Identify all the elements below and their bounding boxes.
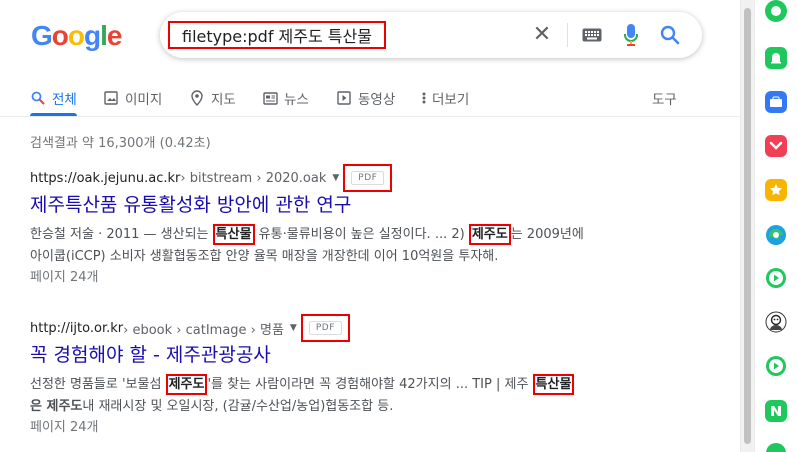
map-pin-icon	[189, 90, 205, 106]
play-circle-icon[interactable]	[763, 265, 789, 291]
keyword-highlight: 제주도	[468, 224, 511, 245]
tab-label: 더보기	[432, 92, 470, 108]
keyboard-icon[interactable]	[580, 23, 604, 47]
tab-news[interactable]: 뉴스	[262, 80, 309, 116]
result-domain: https://oak.jejunu.ac.kr	[30, 170, 181, 186]
keyword-highlight: 특산물	[212, 224, 255, 245]
tab-images[interactable]: 이미지	[103, 80, 162, 116]
green-circle-bottom-icon[interactable]	[763, 440, 789, 452]
naver-logo-icon[interactable]	[763, 398, 789, 424]
more-vert-icon	[420, 90, 428, 106]
microphone-icon[interactable]	[619, 23, 643, 47]
result-snippet: 선정한 명품들로 '보물섬 제주도 '를 찾는 사람이라면 꼭 경험해야할 42가…	[30, 374, 730, 396]
keyword-highlight: 제주도	[165, 374, 208, 395]
browser-sidebar	[754, 0, 798, 452]
divider	[567, 23, 568, 47]
result-url[interactable]: http://ijto.or.kr › ebook › catImage › 명…	[30, 314, 730, 342]
page-scrollbar[interactable]	[740, 0, 754, 452]
snippet-text: 한승철 저술 · 2011 — 생산되는	[30, 227, 213, 242]
result-snippet: 한승철 저술 · 2011 — 생산되는 특산물 유통·물류비용이 높은 실정이…	[30, 224, 730, 246]
tabs-divider	[0, 116, 740, 117]
notification-bell-icon[interactable]	[763, 45, 789, 71]
pdf-badge: PDF	[308, 321, 342, 335]
search-icon[interactable]	[658, 23, 682, 47]
snippet-text: 유통·물류비용이 높은 실정이다. ... 2)	[254, 227, 469, 242]
tab-label: 동영상	[358, 92, 396, 108]
edge-browser-icon[interactable]	[763, 222, 789, 248]
tab-maps[interactable]: 지도	[189, 80, 236, 116]
result-title-link[interactable]: 제주특산품 유통활성화 방안에 관한 연구	[30, 192, 730, 218]
search-input[interactable]: filetype:pdf 제주도 특산물	[168, 21, 386, 49]
dropdown-arrow-icon[interactable]: ▼	[332, 173, 339, 183]
tab-tools[interactable]: 도구	[652, 80, 677, 116]
keyword-highlight: 특산물	[532, 374, 575, 395]
star-icon[interactable]	[763, 177, 789, 203]
tab-label: 이미지	[125, 92, 163, 108]
search-query: filetype:pdf 제주도 특산물	[182, 27, 372, 46]
clear-icon[interactable]: ✕	[530, 23, 554, 47]
result-title-link[interactable]: 꼭 경험해야 할 - 제주관광공사	[30, 342, 730, 368]
dropdown-arrow-icon[interactable]: ▼	[290, 323, 297, 333]
tab-label: 전체	[52, 92, 77, 108]
pdf-badge: PDF	[351, 171, 385, 185]
play-circle-icon-2[interactable]	[763, 353, 789, 379]
news-icon	[262, 90, 278, 106]
result-domain: http://ijto.or.kr	[30, 320, 124, 336]
briefcase-icon[interactable]	[763, 89, 789, 115]
search-box[interactable]: filetype:pdf 제주도 특산물 ✕	[160, 12, 702, 58]
snippet-text: 내 재래시장 및 오일시장, (감귤/수산업/농업)협동조합 등.	[82, 399, 394, 414]
page-count: 페이지 24개	[30, 270, 99, 285]
avatar-icon[interactable]	[763, 309, 789, 335]
search-result: http://ijto.or.kr › ebook › catImage › 명…	[30, 314, 730, 438]
page-count: 페이지 24개	[30, 420, 99, 435]
snippet-text: 선정한 명품들로 '보물섬	[30, 377, 166, 392]
search-icon	[30, 90, 46, 106]
snippet-bold: 은 제주도	[30, 399, 83, 414]
video-icon	[336, 90, 352, 106]
result-stats: 검색결과 약 16,300개 (0.42초)	[30, 136, 211, 151]
scroll-thumb[interactable]	[744, 8, 751, 444]
green-circle-icon[interactable]	[763, 0, 789, 24]
pdf-badge-highlight: PDF	[343, 164, 393, 192]
tab-more[interactable]: 더보기	[420, 80, 469, 116]
tab-label: 도구	[652, 92, 677, 108]
tab-videos[interactable]: 동영상	[336, 80, 395, 116]
result-url[interactable]: https://oak.jejunu.ac.kr › bitstream › 2…	[30, 164, 730, 192]
pocket-icon[interactable]	[763, 133, 789, 159]
snippet-text: 는 2009년에	[510, 227, 584, 242]
pdf-badge-highlight: PDF	[300, 314, 350, 342]
search-result: https://oak.jejunu.ac.kr › bitstream › 2…	[30, 164, 730, 288]
result-snippet-line2: 아이쿱(iCCP) 소비자 생활협동조합 안양 율목 매장을 개장한데 이어 1…	[30, 249, 499, 264]
result-path: › ebook › catImage › 명품	[123, 322, 284, 338]
tab-label: 뉴스	[284, 92, 309, 108]
google-logo[interactable]: Google	[31, 19, 122, 53]
tab-label: 지도	[211, 92, 236, 108]
tab-all[interactable]: 전체	[30, 80, 77, 116]
snippet-text: '를 찾는 사람이라면 꼭 경험해야할 42가지의 ... TIP | 제주	[207, 377, 533, 392]
search-tabs: 전체 이미지 지도 뉴스 동영상 더보기 도구	[0, 80, 740, 116]
result-snippet-line2: 은 제주도내 재래시장 및 오일시장, (감귤/수산업/농업)협동조합 등.	[30, 396, 730, 418]
result-path: › bitstream › 2020.oak	[180, 170, 327, 186]
image-icon	[103, 90, 119, 106]
